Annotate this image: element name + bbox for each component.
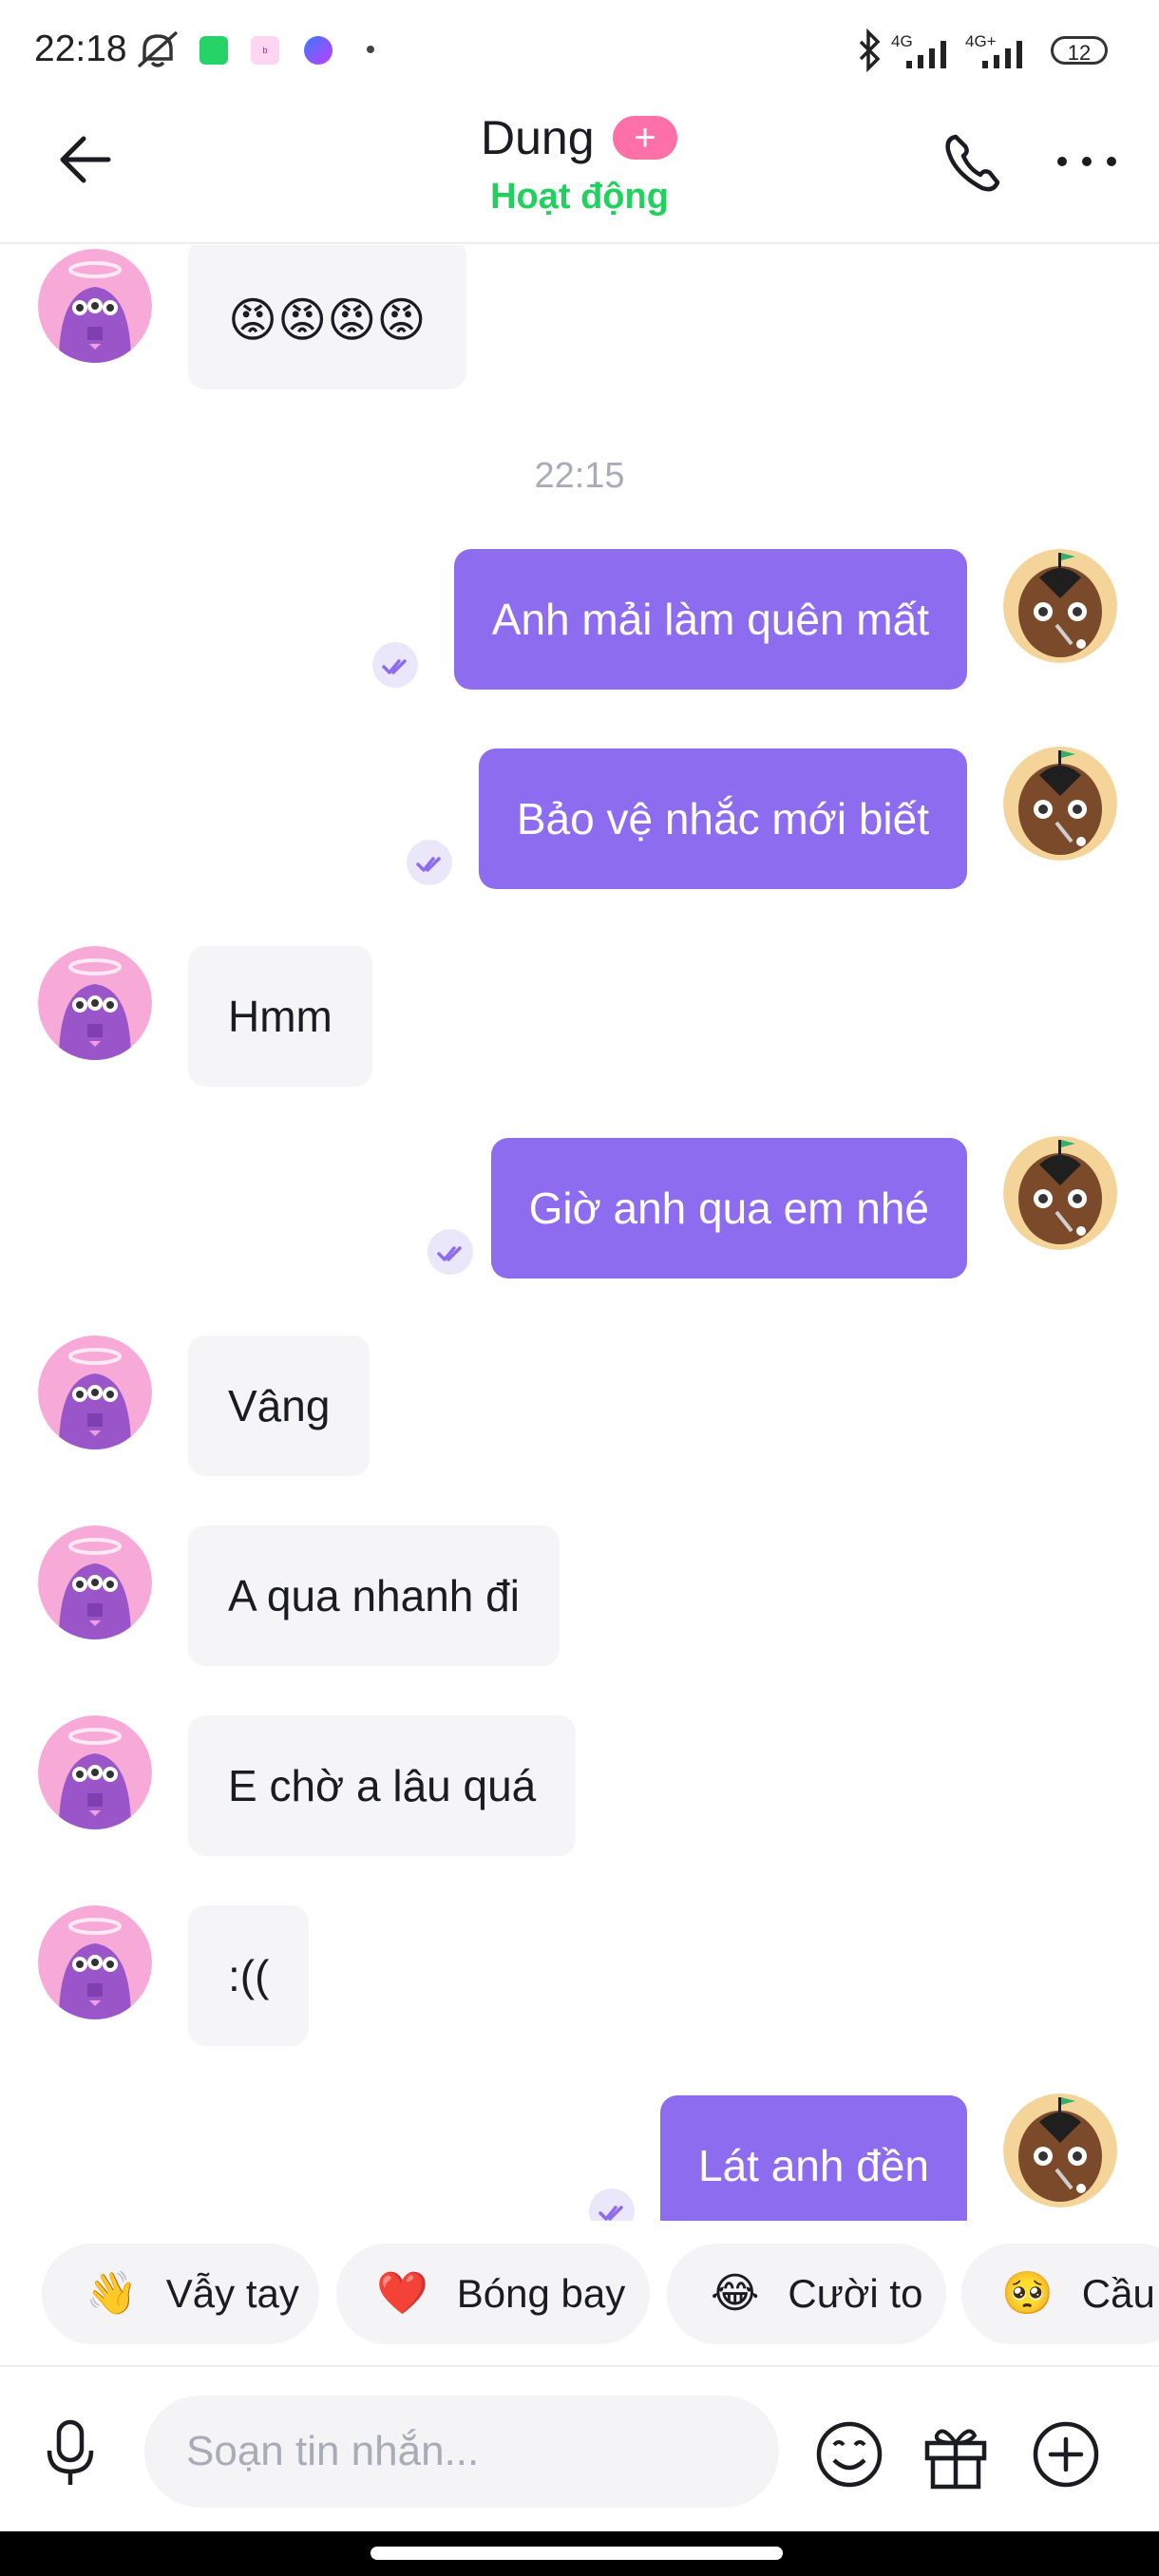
heart-icon: ❤️ [376, 2270, 428, 2317]
notification-dot [367, 46, 374, 53]
message-bubble-incoming[interactable]: :(( [188, 1905, 310, 2046]
quick-reply-bar[interactable]: 👋 Vẫy tay ❤️ Bóng bay 😂 Cười to 🥺 Cầu x [0, 2223, 1159, 2365]
avatar[interactable] [38, 249, 152, 363]
message-bubble-outgoing[interactable]: Bảo vệ nhắc mới biết [478, 748, 967, 889]
message-bubble-incoming[interactable]: Vâng [188, 1335, 370, 1476]
phone-icon[interactable] [940, 129, 1007, 196]
quick-reply-chip[interactable]: ❤️ Bóng bay [336, 2244, 650, 2344]
avatar[interactable] [1003, 747, 1117, 861]
badoo-icon: b [251, 36, 279, 65]
avatar[interactable] [38, 1335, 152, 1449]
add-icon[interactable] [1030, 2418, 1102, 2491]
read-receipt-icon [372, 642, 418, 688]
chip-label: Vẫy tay [165, 2271, 299, 2316]
chip-label: Cười to [788, 2271, 923, 2316]
message-bubble-incoming[interactable]: 😡😡😡😡 [188, 245, 466, 389]
home-indicator[interactable] [370, 2547, 783, 2560]
status-bar: 22:18 b 4G 4G+ 12 [0, 0, 1159, 100]
more-icon[interactable] [1054, 150, 1121, 173]
chip-label: Cầu x [1081, 2271, 1159, 2316]
read-receipt-icon [428, 1229, 473, 1275]
message-bubble-outgoing[interactable]: Lát anh đền [659, 2095, 967, 2221]
status-time: 22:18 [34, 28, 127, 69]
avatar[interactable] [1003, 1136, 1117, 1250]
avatar[interactable] [38, 946, 152, 1060]
message-list[interactable]: 😡😡😡😡 22:15 Anh mải làm quên mất Bảo vệ n… [0, 245, 1159, 2221]
avatar[interactable] [1003, 549, 1117, 663]
avatar[interactable] [1003, 2093, 1117, 2207]
messenger-icon [304, 36, 332, 65]
microphone-icon[interactable] [42, 2418, 99, 2491]
avatar[interactable] [38, 1905, 152, 2019]
emoji-icon[interactable] [813, 2418, 885, 2491]
mute-bell-off-icon [137, 30, 179, 68]
contact-name[interactable]: Dung [481, 110, 595, 165]
message-bubble-outgoing[interactable]: Anh mải làm quên mất [453, 549, 967, 690]
avatar[interactable] [38, 1715, 152, 1829]
message-bubble-incoming[interactable]: Hmm [188, 946, 372, 1087]
wave-icon: 👋 [86, 2270, 138, 2317]
plus-badge[interactable]: + [613, 116, 677, 160]
read-receipt-icon [589, 2188, 635, 2221]
bluetooth-icon [859, 28, 881, 72]
pleading-face-icon: 🥺 [1001, 2270, 1054, 2317]
message-input[interactable]: Soạn tin nhắn... [144, 2396, 779, 2508]
whatsapp-icon [200, 36, 228, 65]
message-timestamp: 22:15 [534, 456, 625, 496]
battery-icon: 12 [1051, 36, 1108, 65]
quick-reply-chip[interactable]: 😂 Cười to [667, 2244, 946, 2344]
signal-icon-2 [982, 41, 1022, 68]
quick-reply-chip[interactable]: 🥺 Cầu x [961, 2244, 1159, 2344]
read-receipt-icon [407, 840, 452, 885]
message-bubble-incoming[interactable]: E chờ a lâu quá [188, 1715, 577, 1856]
message-bubble-outgoing[interactable]: Giờ anh qua em nhé [490, 1138, 967, 1279]
avatar[interactable] [38, 1525, 152, 1639]
message-bubble-incoming[interactable]: A qua nhanh đi [188, 1525, 560, 1666]
chip-label: Bóng bay [456, 2271, 626, 2316]
laughing-icon: 😂 [711, 2270, 760, 2317]
signal-icon [906, 41, 946, 68]
gift-icon[interactable] [920, 2418, 992, 2491]
quick-reply-chip[interactable]: 👋 Vẫy tay [42, 2244, 319, 2344]
